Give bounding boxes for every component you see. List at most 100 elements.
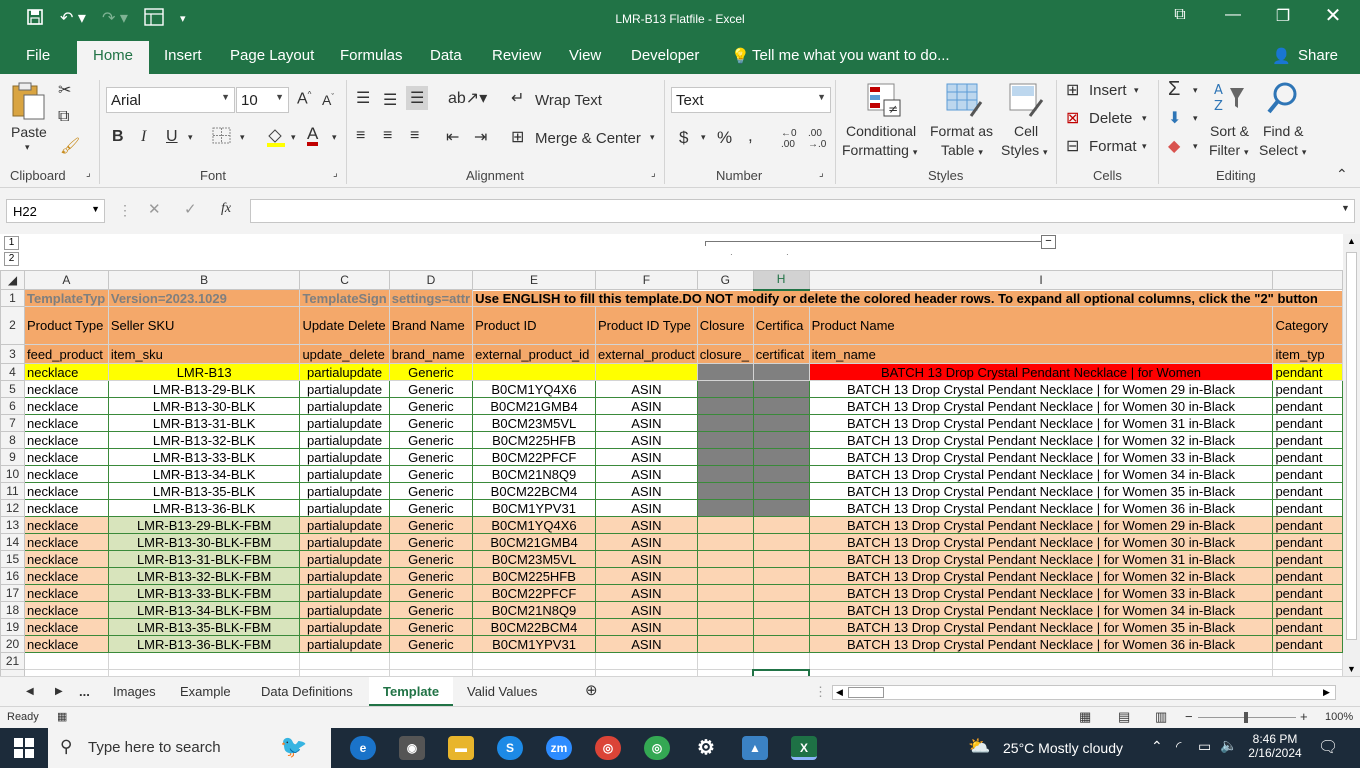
merge-center-icon[interactable]: ⊞: [511, 127, 524, 147]
middle-align-icon[interactable]: ☰: [383, 90, 397, 110]
format-cells-icon[interactable]: ⊟: [1066, 136, 1079, 156]
cell[interactable]: BATCH 13 Drop Crystal Pendant Necklace |…: [808, 499, 1274, 517]
cell[interactable]: [107, 652, 301, 670]
increase-font-icon[interactable]: A^: [297, 90, 311, 108]
cell[interactable]: partialupdate: [299, 499, 390, 517]
column-header-i[interactable]: I: [808, 270, 1274, 290]
paste-dropdown-icon[interactable]: ▾: [25, 142, 30, 153]
cell[interactable]: ASIN: [594, 397, 698, 415]
cell[interactable]: external_product: [594, 344, 698, 364]
column-header-c[interactable]: C: [299, 270, 390, 290]
cell[interactable]: BATCH 13 Drop Crystal Pendant Necklace |…: [808, 516, 1274, 534]
cut-icon[interactable]: ✂: [58, 80, 71, 100]
sheet-tab-template[interactable]: Template: [369, 677, 454, 707]
cell[interactable]: BATCH 13 Drop Crystal Pendant Necklace |…: [808, 397, 1274, 415]
prev-sheet-icon[interactable]: ◀: [26, 686, 34, 697]
font-color-dropdown-icon[interactable]: ▾: [332, 132, 337, 143]
cell[interactable]: necklace: [23, 380, 109, 398]
sheet-tab-valid-values[interactable]: Valid Values: [467, 684, 537, 699]
conditional-formatting-label2[interactable]: Formatting ▾: [842, 142, 917, 158]
cell[interactable]: [696, 618, 754, 636]
cell[interactable]: partialupdate: [299, 465, 390, 483]
cell[interactable]: [696, 448, 754, 466]
autosum-dropdown-icon[interactable]: ▾: [1193, 85, 1198, 96]
cell[interactable]: necklace: [23, 618, 109, 636]
cell[interactable]: LMR-B13: [107, 363, 301, 381]
cell[interactable]: pendant: [1272, 448, 1343, 466]
column-header-g[interactable]: G: [696, 270, 754, 290]
settings-icon[interactable]: ⚙: [693, 736, 719, 760]
cell[interactable]: necklace: [23, 363, 109, 381]
cell[interactable]: B0CM1YPV31: [472, 635, 596, 653]
cell[interactable]: certificat: [752, 344, 810, 364]
cell[interactable]: [808, 652, 1274, 670]
cell[interactable]: B0CM21GMB4: [472, 533, 596, 551]
column-header-d[interactable]: D: [388, 270, 474, 290]
cell[interactable]: BATCH 13 Drop Crystal Pendant Necklace |…: [808, 533, 1274, 551]
cell[interactable]: [696, 465, 754, 483]
cell[interactable]: BATCH 13 Drop Crystal Pendant Necklace |…: [808, 635, 1274, 653]
find-select-icon[interactable]: [1265, 80, 1301, 121]
cell[interactable]: Brand Name: [388, 306, 474, 345]
cell[interactable]: ASIN: [594, 516, 698, 534]
cell[interactable]: LMR-B13-34-BLK-FBM: [107, 601, 301, 619]
scroll-up-icon[interactable]: ▲: [1347, 236, 1356, 246]
cell[interactable]: ASIN: [594, 414, 698, 432]
cell[interactable]: BATCH 13 Drop Crystal Pendant Necklace |…: [808, 448, 1274, 466]
cell[interactable]: ASIN: [594, 618, 698, 636]
row-header[interactable]: 8: [0, 431, 25, 449]
cell[interactable]: pendant: [1272, 380, 1343, 398]
cell[interactable]: B0CM225HFB: [472, 567, 596, 585]
cell[interactable]: partialupdate: [299, 482, 390, 500]
wrap-text-icon[interactable]: ↵: [511, 88, 524, 108]
cell[interactable]: Update Delete: [299, 306, 390, 345]
cell[interactable]: necklace: [23, 635, 109, 653]
cell[interactable]: Generic: [388, 431, 474, 449]
cell[interactable]: necklace: [23, 448, 109, 466]
battery-icon[interactable]: ▭: [1198, 738, 1211, 755]
cell[interactable]: [752, 482, 810, 500]
row-header[interactable]: 18: [0, 601, 25, 619]
fill-icon[interactable]: ⬇: [1168, 108, 1181, 128]
vertical-scrollbar[interactable]: ▲ ▼: [1343, 234, 1360, 676]
autosum-icon[interactable]: Σ: [1168, 78, 1180, 101]
sort-filter-icon[interactable]: AZ: [1212, 80, 1248, 121]
format-dropdown-icon[interactable]: ▾: [1142, 141, 1147, 152]
cell[interactable]: Certifica: [752, 306, 810, 345]
cell[interactable]: partialupdate: [299, 380, 390, 398]
cell[interactable]: Version=2023.1029: [107, 289, 301, 307]
cell[interactable]: partialupdate: [299, 397, 390, 415]
photos-icon[interactable]: ▲: [742, 736, 768, 760]
cancel-icon[interactable]: ✕: [148, 200, 161, 218]
cell[interactable]: Generic: [388, 448, 474, 466]
cell[interactable]: partialupdate: [299, 414, 390, 432]
cell[interactable]: [696, 533, 754, 551]
cell[interactable]: [696, 397, 754, 415]
cell[interactable]: LMR-B13-36-BLK-FBM: [107, 635, 301, 653]
tell-me-search[interactable]: Tell me what you want to do...: [752, 47, 950, 64]
cell[interactable]: B0CM23M5VL: [472, 550, 596, 568]
cell-styles-button[interactable]: Cell: [1014, 123, 1038, 139]
column-header-h[interactable]: H: [752, 270, 810, 291]
cell[interactable]: BATCH 13 Drop Crystal Pendant Necklace |…: [808, 414, 1274, 432]
fill-color-icon[interactable]: [265, 126, 287, 153]
cell[interactable]: pendant: [1272, 414, 1343, 432]
cell[interactable]: Category: [1272, 306, 1343, 345]
font-color-icon[interactable]: A: [307, 125, 319, 146]
cell[interactable]: item_name: [808, 344, 1274, 364]
sort-filter-button[interactable]: Sort &: [1210, 123, 1249, 139]
cell[interactable]: ASIN: [594, 431, 698, 449]
cell[interactable]: [594, 652, 698, 670]
format-as-table-button[interactable]: Format as: [930, 123, 993, 139]
sheet-tab-example[interactable]: Example: [180, 684, 231, 699]
cell[interactable]: pendant: [1272, 397, 1343, 415]
cell[interactable]: Generic: [388, 584, 474, 602]
macro-record-icon[interactable]: ▦: [57, 710, 67, 723]
cell[interactable]: Generic: [388, 363, 474, 381]
cell[interactable]: necklace: [23, 482, 109, 500]
paste-icon[interactable]: [10, 80, 46, 125]
zoom-out-icon[interactable]: −: [1185, 709, 1193, 724]
row-header[interactable]: 19: [0, 618, 25, 636]
cell[interactable]: ASIN: [594, 380, 698, 398]
clear-icon[interactable]: ◆: [1168, 136, 1180, 156]
